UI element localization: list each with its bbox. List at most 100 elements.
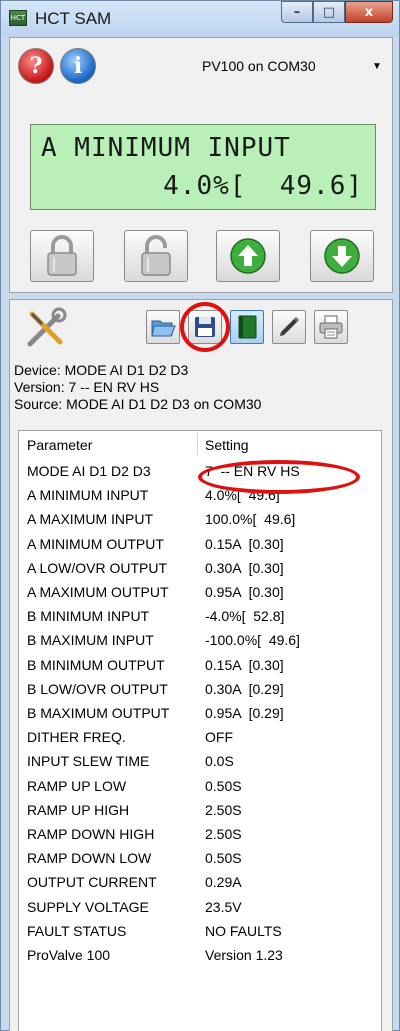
device-info: Device: MODE AI D1 D2 D3 bbox=[14, 362, 189, 378]
parameter-name: A LOW/OVR OUTPUT bbox=[27, 559, 168, 576]
table-row[interactable]: DITHER FREQ. OFF bbox=[19, 725, 381, 749]
parameter-setting: NO FAULTS bbox=[205, 922, 282, 939]
parameter-name: A MINIMUM INPUT bbox=[27, 487, 149, 504]
up-arrow-icon bbox=[230, 238, 266, 274]
table-row[interactable]: MODE AI D1 D2 D3 7 -- EN RV HS bbox=[19, 459, 381, 483]
table-row[interactable]: FAULT STATUS NO FAULTS bbox=[19, 919, 381, 943]
parameter-panel: Device: MODE AI D1 D2 D3 Version: 7 -- E… bbox=[9, 299, 393, 1031]
parameter-setting: -4.0%[ 52.8] bbox=[205, 608, 285, 625]
maximize-button[interactable]: □ bbox=[313, 1, 345, 23]
table-row[interactable]: A MINIMUM OUTPUT 0.15A [0.30] bbox=[19, 532, 381, 556]
info-button[interactable]: i bbox=[60, 48, 96, 84]
info-icon: i bbox=[73, 53, 83, 79]
source-info: Source: MODE AI D1 D2 D3 on COM30 bbox=[14, 396, 262, 412]
version-info: Version: 7 -- EN RV HS bbox=[14, 379, 160, 395]
unlock-button[interactable] bbox=[124, 230, 188, 282]
table-row[interactable]: INPUT SLEW TIME 0.0S bbox=[19, 749, 381, 773]
table-row[interactable]: SUPPLY VOLTAGE 23.5V bbox=[19, 895, 381, 919]
save-button[interactable] bbox=[188, 310, 222, 344]
parameter-setting: 0.95A [0.30] bbox=[205, 584, 284, 600]
parameter-setting: 7 -- EN RV HS bbox=[205, 463, 300, 479]
parameter-name: RAMP UP HIGH bbox=[27, 801, 130, 818]
open-folder-icon bbox=[151, 320, 176, 337]
parameter-name: OUTPUT CURRENT bbox=[27, 874, 157, 891]
parameter-name: B LOW/OVR OUTPUT bbox=[27, 680, 168, 697]
caption-buttons: – □ x bbox=[281, 1, 393, 23]
parameter-setting: 0.30A [0.29] bbox=[205, 680, 284, 697]
parameter-name: B MAXIMUM OUTPUT bbox=[27, 705, 170, 721]
control-panel: ? i PV100 on COM30 ▼ A MINIMUM INPUT 4.0… bbox=[9, 37, 393, 293]
tools-button[interactable] bbox=[24, 306, 68, 350]
unlock-icon bbox=[141, 235, 171, 276]
parameter-setting: 0.15A [0.30] bbox=[205, 656, 284, 673]
parameter-column-header[interactable]: Parameter bbox=[27, 437, 92, 453]
column-divider[interactable] bbox=[197, 433, 198, 455]
table-row[interactable]: B MINIMUM INPUT -4.0%[ 52.8] bbox=[19, 604, 381, 628]
parameter-setting: 0.30A [0.30] bbox=[205, 559, 284, 576]
parameter-setting: 0.15A [0.30] bbox=[205, 535, 284, 552]
question-icon: ? bbox=[29, 53, 43, 79]
table-row[interactable]: B MAXIMUM OUTPUT 0.95A [0.29] bbox=[19, 701, 381, 725]
parameter-setting: 2.50S bbox=[205, 801, 242, 818]
decrement-button[interactable] bbox=[310, 230, 374, 282]
port-select-value: PV100 on COM30 bbox=[202, 58, 316, 74]
printer-icon bbox=[319, 315, 343, 339]
book-icon bbox=[238, 315, 257, 339]
print-button[interactable] bbox=[314, 310, 348, 344]
parameter-name: ProValve 100 bbox=[27, 947, 111, 963]
table-row[interactable]: A MAXIMUM INPUT 100.0%[ 49.6] bbox=[19, 507, 381, 531]
parameter-table: Parameter Setting MODE AI D1 D2 D3 7 -- E… bbox=[18, 430, 382, 1031]
parameter-name: RAMP DOWN LOW bbox=[27, 850, 152, 867]
open-button[interactable] bbox=[146, 310, 180, 344]
lcd-line-2: 4.0%[ 49.6] bbox=[163, 171, 363, 201]
parameter-setting: 0.0S bbox=[205, 753, 234, 770]
table-header: Parameter Setting bbox=[19, 431, 381, 459]
lcd-display: A MINIMUM INPUT 4.0%[ 49.6] bbox=[30, 124, 376, 210]
parameter-setting: 23.5V bbox=[205, 898, 242, 915]
table-row[interactable]: RAMP UP HIGH 2.50S bbox=[19, 798, 381, 822]
app-icon: HCT bbox=[9, 10, 27, 26]
parameter-setting: 100.0%[ 49.6] bbox=[205, 511, 296, 528]
parameter-setting: -100.0%[ 49.6] bbox=[205, 632, 300, 649]
parameter-setting: 0.50S bbox=[205, 777, 242, 794]
parameter-name: RAMP DOWN HIGH bbox=[27, 826, 155, 842]
parameter-name: B MINIMUM OUTPUT bbox=[27, 656, 165, 673]
minimize-button[interactable]: – bbox=[281, 1, 313, 23]
lcd-line-1: A MINIMUM INPUT bbox=[41, 133, 291, 163]
table-row[interactable]: RAMP DOWN HIGH 2.50S bbox=[19, 822, 381, 846]
table-row[interactable]: B LOW/OVR OUTPUT 0.30A [0.29] bbox=[19, 677, 381, 701]
lock-button[interactable] bbox=[30, 230, 94, 282]
table-row[interactable]: A LOW/OVR OUTPUT 0.30A [0.30] bbox=[19, 556, 381, 580]
tools-icon bbox=[27, 307, 67, 347]
parameter-setting: 0.95A [0.29] bbox=[205, 705, 284, 721]
manual-button[interactable] bbox=[230, 310, 264, 344]
parameter-setting: 2.50S bbox=[205, 826, 242, 842]
table-row[interactable]: RAMP DOWN LOW 0.50S bbox=[19, 846, 381, 870]
chevron-down-icon[interactable]: ▼ bbox=[372, 61, 386, 72]
parameter-name: A MINIMUM OUTPUT bbox=[27, 535, 164, 552]
table-row[interactable]: OUTPUT CURRENT 0.29A bbox=[19, 870, 381, 894]
down-arrow-icon bbox=[324, 238, 360, 274]
pen-icon bbox=[280, 317, 299, 336]
increment-button[interactable] bbox=[216, 230, 280, 282]
table-row[interactable]: B MAXIMUM INPUT -100.0%[ 49.6] bbox=[19, 628, 381, 652]
table-row[interactable]: A MINIMUM INPUT 4.0%[ 49.6] bbox=[19, 483, 381, 507]
table-row[interactable]: ProValve 100 Version 1.23 bbox=[19, 943, 381, 967]
close-button[interactable]: x bbox=[345, 1, 393, 23]
parameter-setting: 4.0%[ 49.6] bbox=[205, 487, 280, 504]
port-select[interactable]: PV100 on COM30 ▼ bbox=[196, 54, 386, 78]
parameter-name: A MAXIMUM INPUT bbox=[27, 511, 154, 528]
parameter-name: INPUT SLEW TIME bbox=[27, 753, 150, 770]
table-row[interactable]: A MAXIMUM OUTPUT 0.95A [0.30] bbox=[19, 580, 381, 604]
parameter-setting: Version 1.23 bbox=[205, 947, 283, 963]
table-row[interactable]: RAMP UP LOW 0.50S bbox=[19, 774, 381, 798]
setting-column-header[interactable]: Setting bbox=[205, 437, 249, 453]
app-window: HCT HCT SAM – □ x ? i PV100 on COM30 ▼ A… bbox=[0, 0, 400, 1031]
parameter-setting: 0.29A bbox=[205, 874, 242, 891]
table-row[interactable]: B MINIMUM OUTPUT 0.15A [0.30] bbox=[19, 653, 381, 677]
parameter-name: DITHER FREQ. bbox=[27, 729, 126, 746]
parameter-name: A MAXIMUM OUTPUT bbox=[27, 584, 169, 600]
title-bar[interactable]: HCT HCT SAM – □ x bbox=[1, 1, 399, 37]
help-button[interactable]: ? bbox=[18, 48, 54, 84]
edit-button[interactable] bbox=[272, 310, 306, 344]
